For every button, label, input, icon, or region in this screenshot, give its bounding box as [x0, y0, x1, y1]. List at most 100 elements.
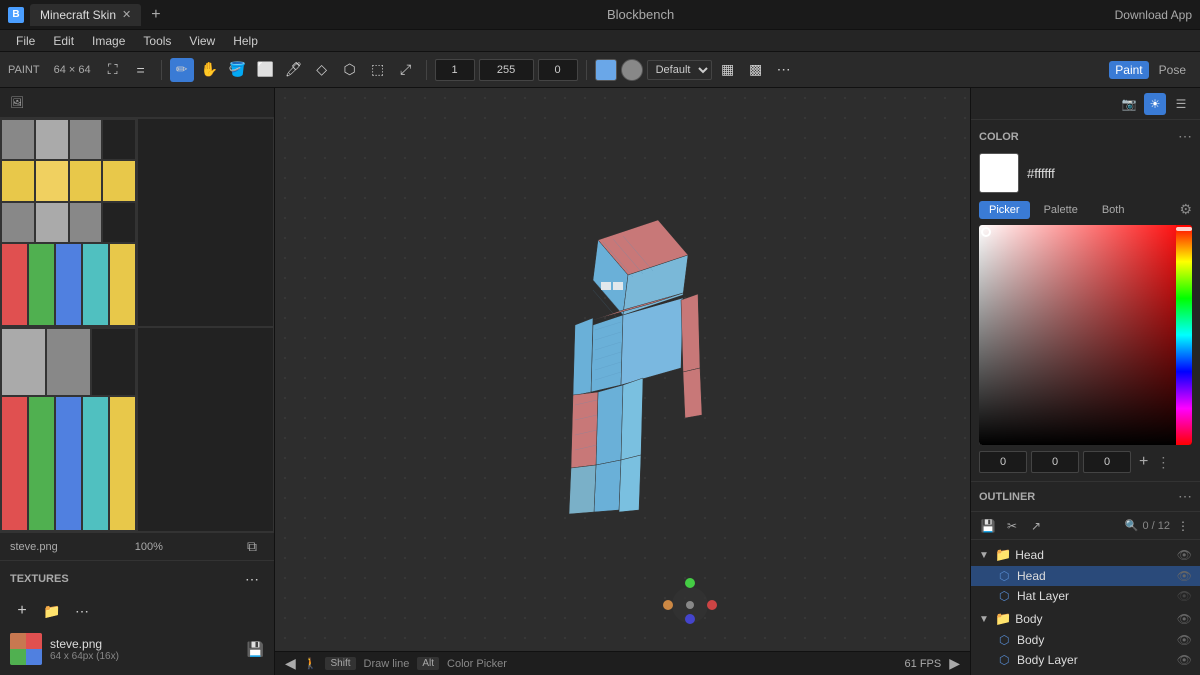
outliner-label: OUTLINER	[979, 491, 1178, 503]
prev-arrow[interactable]: ◀	[285, 655, 296, 672]
hand-tool[interactable]: ✋	[198, 58, 222, 82]
close-tab-button[interactable]: ✕	[122, 8, 131, 21]
rgb-inputs: 0 0 0 + ⋮	[979, 451, 1192, 473]
load-texture-btn[interactable]: 📁	[40, 599, 64, 623]
tree-item-hat[interactable]: ⬡ Hat Layer 👁	[971, 586, 1200, 606]
menu-btn[interactable]: ☰	[1170, 93, 1192, 115]
menu-image[interactable]: Image	[84, 32, 133, 50]
grid-btn2[interactable]: ▩	[744, 58, 768, 82]
color-tab-both[interactable]: Both	[1092, 201, 1135, 219]
canvas-q4[interactable]	[137, 327, 274, 532]
eye-icon-head[interactable]: 👁	[1177, 548, 1192, 562]
download-button[interactable]: Download App	[1115, 8, 1192, 22]
canvas-q2[interactable]	[137, 118, 274, 327]
tree-group-body-header[interactable]: ▼ 📁 Body 👁	[971, 608, 1200, 630]
select-tool[interactable]: ⬚	[366, 58, 390, 82]
color-header: COLOR ⋯	[979, 128, 1192, 145]
viewport[interactable]: ◀ 🚶 Shift Draw line Alt Color Picker 61 …	[275, 88, 970, 675]
rgb-options-btn[interactable]: ⋮	[1156, 454, 1170, 471]
cube-icon-head: ⬡	[999, 569, 1013, 583]
fps-counter: 61 FPS	[905, 658, 942, 670]
eraser-tool[interactable]: ⬜	[254, 58, 278, 82]
tree-group-head-header[interactable]: ▼ 📁 Head 👁	[971, 544, 1200, 566]
add-color-btn[interactable]: +	[1139, 453, 1148, 471]
param-input[interactable]: 0	[538, 59, 578, 81]
link-btn[interactable]: ↗	[1025, 515, 1047, 537]
textures-label: TEXTURES	[10, 573, 69, 585]
opacity-input[interactable]: 255	[479, 59, 534, 81]
menu-view[interactable]: View	[181, 32, 223, 50]
paint-canvas[interactable]	[0, 118, 274, 532]
equals-tool[interactable]: =	[129, 58, 153, 82]
search-icon[interactable]: 🔍	[1125, 519, 1139, 532]
tab-paint[interactable]: Paint	[1109, 61, 1148, 79]
paint-area-header: 🖼	[0, 88, 274, 118]
color-picker-gradient[interactable]	[979, 225, 1192, 445]
save-texture-btn[interactable]: 💾	[247, 641, 264, 658]
active-tab[interactable]: Minecraft Skin ✕	[30, 4, 141, 26]
app-title: Blockbench	[167, 7, 1115, 22]
tree-item-head[interactable]: ⬡ Head 👁	[971, 566, 1200, 586]
eye-icon-body-layer[interactable]: 👁	[1177, 653, 1192, 667]
eye-icon-hat[interactable]: 👁	[1177, 589, 1192, 603]
outliner-options-btn[interactable]: ⋯	[1178, 488, 1192, 505]
green-input[interactable]: 0	[1031, 451, 1079, 473]
screenshot-btn[interactable]: 📷	[1118, 93, 1140, 115]
tab-pose[interactable]: Pose	[1153, 61, 1192, 79]
add-tab-button[interactable]: +	[145, 6, 166, 24]
color-swatch-main[interactable]	[979, 153, 1019, 193]
canvas-q3[interactable]	[0, 327, 137, 532]
tree-item-body[interactable]: ⬡ Body 👁	[971, 630, 1200, 650]
texture-action-btn[interactable]: ⋯	[240, 567, 264, 591]
hue-bar[interactable]	[1176, 225, 1192, 445]
eye-icon-body-item[interactable]: 👁	[1177, 633, 1192, 647]
add-group-btn[interactable]: 💾	[977, 515, 999, 537]
color-options-btn[interactable]: ⋯	[1178, 128, 1192, 145]
texture-item[interactable]: steve.png 64 x 64px (16x) 💾	[0, 629, 274, 669]
textures-section: TEXTURES ⋯ + 📁 ⋯	[0, 560, 274, 675]
tab-label: Minecraft Skin	[40, 8, 116, 22]
blue-input[interactable]: 0	[1083, 451, 1131, 473]
menu-help[interactable]: Help	[225, 32, 266, 50]
extra-btn[interactable]: ⋯	[70, 599, 94, 623]
brush-tool[interactable]: ✏	[170, 58, 194, 82]
grid-btn1[interactable]: ▦	[716, 58, 740, 82]
hue-cursor	[1176, 227, 1192, 231]
chevron-down-icon: ▼	[979, 550, 991, 561]
secondary-color-swatch[interactable]	[621, 59, 643, 81]
color-display: #ffffff	[979, 153, 1192, 193]
eye-icon-head-item[interactable]: 👁	[1177, 569, 1192, 583]
more-btn[interactable]: ⋯	[772, 58, 796, 82]
move-tool[interactable]: ⤢	[394, 58, 418, 82]
eye-icon-body[interactable]: 👁	[1177, 612, 1192, 626]
stamp-tool[interactable]: ⬡	[338, 58, 362, 82]
group-head-label: Head	[1015, 548, 1173, 562]
fill-tool[interactable]: 🪣	[226, 58, 250, 82]
canvas-size: 64 × 64	[54, 64, 91, 76]
more-outliner-btn[interactable]: ⋮	[1172, 515, 1194, 537]
cube-icon-body: ⬡	[999, 633, 1013, 647]
default-dropdown[interactable]: Default	[647, 60, 712, 80]
texture-thumbnail	[10, 633, 42, 665]
expand-tool[interactable]: ⛶	[101, 58, 125, 82]
primary-color-swatch[interactable]	[595, 59, 617, 81]
move-up-btn[interactable]: ✂	[1001, 515, 1023, 537]
pen-tool[interactable]: 🖊	[282, 58, 306, 82]
color-settings-btn[interactable]: ⚙	[1179, 201, 1192, 219]
menu-tools[interactable]: Tools	[135, 32, 179, 50]
tree-item-body-layer[interactable]: ⬡ Body Layer 👁	[971, 650, 1200, 670]
copy-texture-button[interactable]: ⧉	[240, 535, 264, 559]
left-panel: 🖼	[0, 88, 275, 675]
color-hex-value[interactable]: #ffffff	[1027, 166, 1055, 181]
canvas-q1[interactable]	[0, 118, 137, 327]
menu-file[interactable]: File	[8, 32, 43, 50]
next-arrow[interactable]: ▶	[949, 655, 960, 672]
color-tab-palette[interactable]: Palette	[1034, 201, 1088, 219]
red-input[interactable]: 0	[979, 451, 1027, 473]
add-texture-btn[interactable]: +	[10, 599, 34, 623]
menu-edit[interactable]: Edit	[45, 32, 82, 50]
sun-btn[interactable]: ☀	[1144, 93, 1166, 115]
brush-size-input[interactable]: 1	[435, 59, 475, 81]
shape-tool[interactable]: ◇	[310, 58, 334, 82]
color-tab-picker[interactable]: Picker	[979, 201, 1030, 219]
